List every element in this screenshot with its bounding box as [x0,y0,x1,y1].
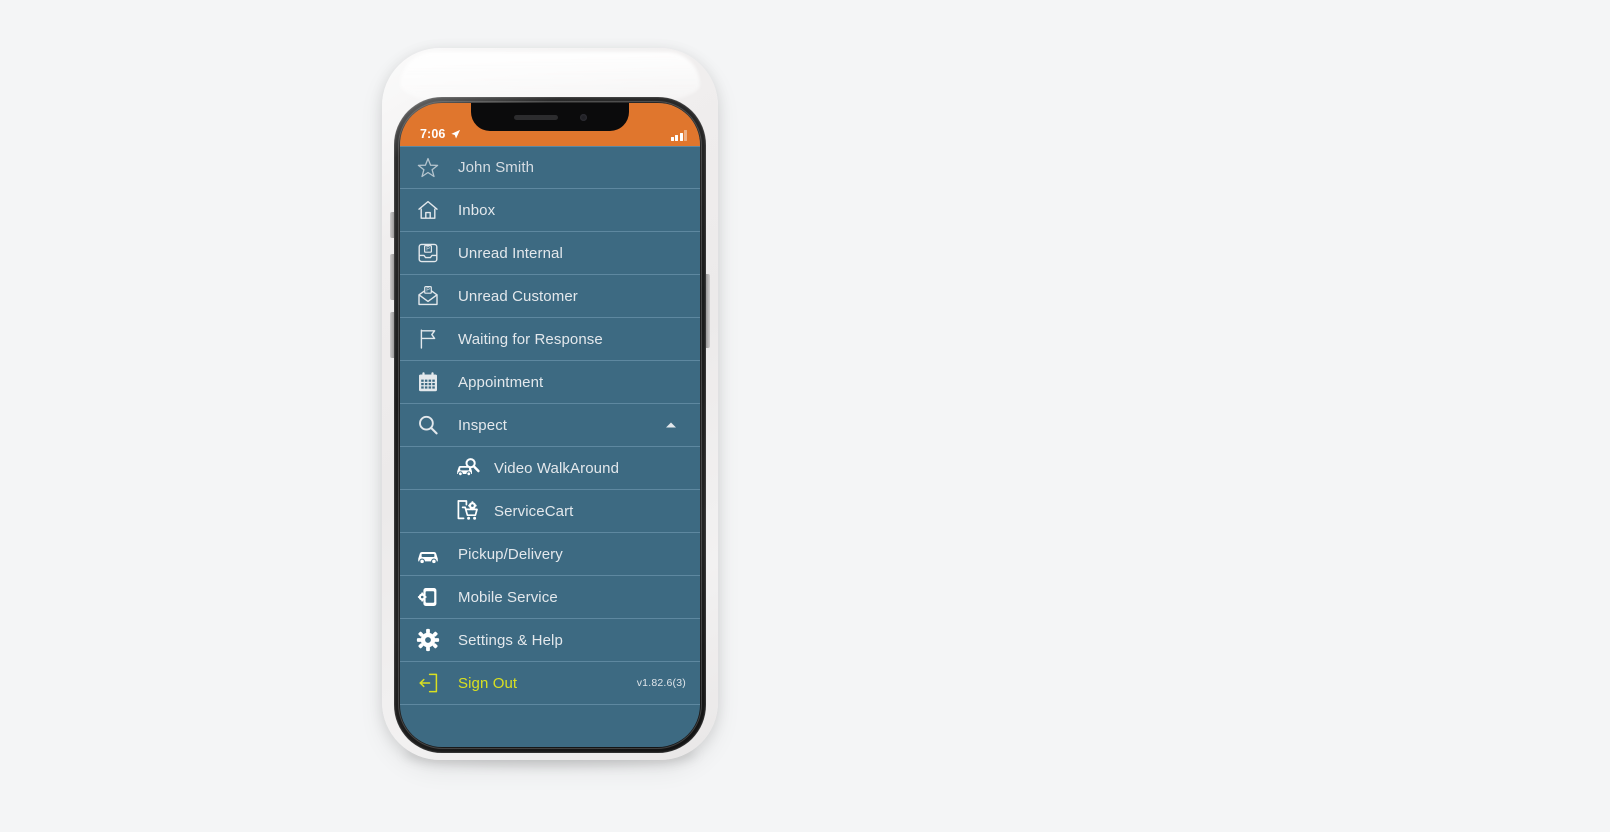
power-button[interactable] [706,274,710,348]
sidebar-item-label: Inspect [458,416,508,434]
inbox-tray-icon: P [414,239,442,267]
star-outline-icon [414,154,442,182]
sign-out-icon [414,669,442,697]
sidebar-item-sign-out[interactable]: Sign Out v1.82.6(3) [400,662,700,705]
sidebar-item-label: Sign Out [458,674,518,692]
sidebar-item-label: Mobile Service [458,588,558,606]
gear-icon [414,626,442,654]
sidebar-item-settings-help[interactable]: Settings & Help [400,619,700,662]
calendar-icon [414,368,442,396]
flag-icon [414,325,442,353]
chevron-up-icon[interactable] [666,422,676,428]
svg-text:P: P [426,288,430,294]
sidebar-item-video-walkaround[interactable]: Video WalkAround [400,447,700,490]
sidebar-item-unread-customer[interactable]: P Unread Customer [400,275,700,318]
sidebar-item-unread-internal[interactable]: P Unread Internal [400,232,700,275]
car-icon [414,540,442,568]
front-camera-icon [579,113,587,121]
sidebar-item-waiting-for-response[interactable]: Waiting for Response [400,318,700,361]
app-version-label: v1.82.6(3) [636,677,686,689]
home-icon [414,196,442,224]
sidebar-item-label: Appointment [458,373,544,391]
status-bar-time: 7:06 [420,127,446,141]
sidebar-item-label: John Smith [458,159,535,176]
device-notch [471,103,629,131]
sidebar-item-label: Unread Customer [458,287,578,305]
volume-up-button[interactable] [390,254,394,300]
service-cart-icon [454,497,482,525]
sidebar-item-pickup-delivery[interactable]: Pickup/Delivery [400,533,700,576]
location-arrow-icon [450,129,461,140]
sidebar-item-servicecart[interactable]: ServiceCart [400,490,700,533]
sidebar-item-appointment[interactable]: Appointment [400,361,700,404]
phone-screen: 7:06 John Smith Inbox P Unread Internal … [400,103,700,747]
sidebar-menu: John Smith Inbox P Unread Internal P Unr… [400,146,700,705]
phone-device-mockup: 7:06 John Smith Inbox P Unread Internal … [374,42,726,772]
sidebar-item-label: Unread Internal [458,244,563,262]
sidebar-item-label: Settings & Help [458,631,563,649]
search-icon [414,411,442,439]
sidebar-item-inbox[interactable]: Inbox [400,189,700,232]
sidebar-item-john-smith[interactable]: John Smith [400,146,700,189]
sidebar-item-label: Video WalkAround [494,459,620,477]
car-magnifier-icon [454,454,482,482]
envelope-open-icon: P [414,282,442,310]
sidebar-item-label: ServiceCart [494,502,574,520]
sidebar-item-mobile-service[interactable]: Mobile Service [400,576,700,619]
silent-switch-button[interactable] [390,212,394,238]
svg-text:P: P [426,247,430,253]
sidebar-item-label: Inbox [458,201,496,219]
sidebar-item-label: Pickup/Delivery [458,545,563,563]
mobile-gear-icon [414,583,442,611]
earpiece-speaker [513,114,558,120]
volume-down-button[interactable] [390,312,394,358]
sidebar-item-label: Waiting for Response [458,330,603,348]
status-bar-left: 7:06 [420,127,461,141]
cellular-signal-icon [670,130,687,141]
sidebar-item-inspect[interactable]: Inspect [400,404,700,447]
